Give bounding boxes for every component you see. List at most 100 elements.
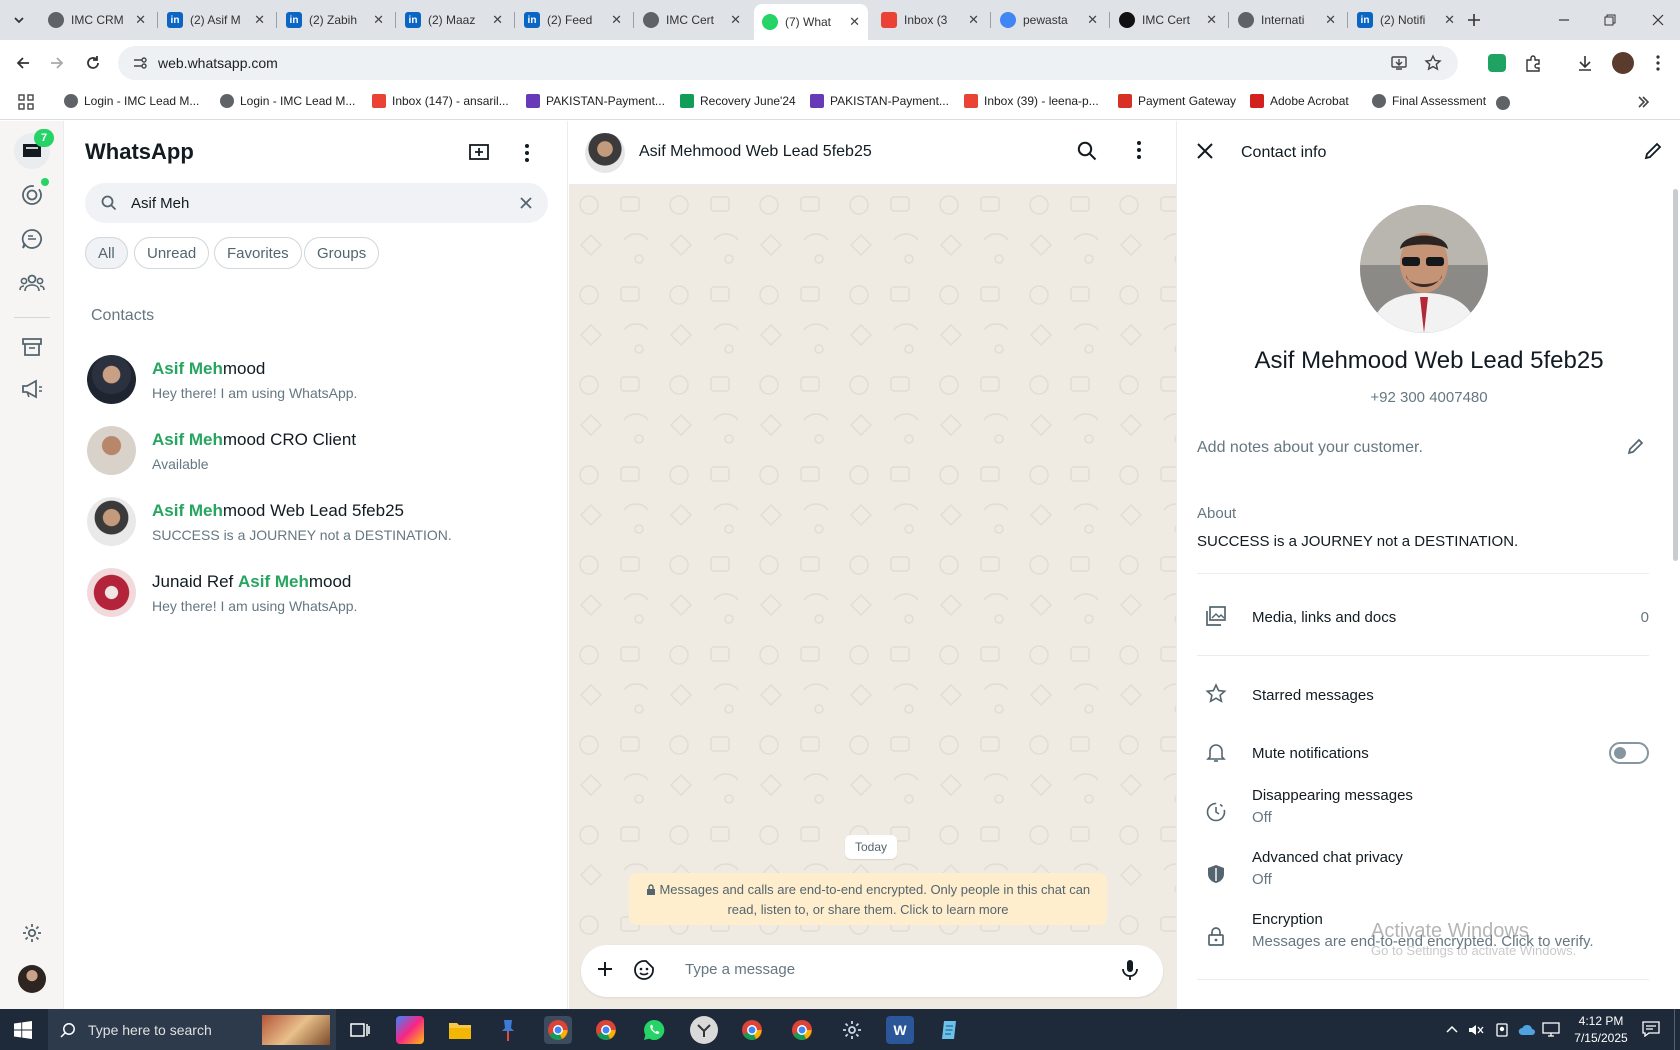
downloads-button[interactable] bbox=[1574, 52, 1596, 74]
tray-cloud[interactable] bbox=[1518, 1022, 1536, 1038]
message-input[interactable]: Type a message bbox=[685, 961, 795, 978]
channels-nav-button[interactable] bbox=[14, 221, 50, 257]
browser-tab[interactable]: in (2) Feed ✕ bbox=[516, 6, 630, 34]
filter-groups[interactable]: Groups bbox=[304, 237, 380, 269]
browser-tab[interactable]: IMC Cert ✕ bbox=[635, 6, 749, 34]
new-chat-button[interactable] bbox=[465, 139, 493, 167]
taskbar-search[interactable]: Type here to search bbox=[48, 1009, 336, 1050]
scrollbar[interactable] bbox=[1673, 189, 1678, 561]
clock[interactable]: 4:12 PM 7/15/2025 bbox=[1566, 1013, 1636, 1047]
chatlist-menu-button[interactable] bbox=[513, 139, 541, 167]
bookmark-item[interactable]: Login - IMC Lead M... bbox=[220, 94, 355, 108]
tab-search-button[interactable] bbox=[8, 9, 30, 31]
browser-tab[interactable]: in (2) Notifi ✕ bbox=[1349, 6, 1463, 34]
browser-tab[interactable]: IMC Cert ✕ bbox=[1111, 6, 1225, 34]
chrome-app-1[interactable] bbox=[544, 1016, 572, 1044]
catalog-nav-button[interactable] bbox=[14, 329, 50, 365]
contact-result[interactable]: Asif Mehmood CRO Client Available bbox=[65, 412, 568, 488]
close-contact-info-button[interactable] bbox=[1197, 143, 1217, 163]
chrome-app-4[interactable] bbox=[788, 1016, 816, 1044]
word-app[interactable]: W bbox=[886, 1016, 914, 1044]
advertise-nav-button[interactable] bbox=[14, 371, 50, 407]
edit-contact-button[interactable] bbox=[1643, 141, 1665, 163]
close-tab-icon[interactable]: ✕ bbox=[611, 12, 622, 28]
chat-search-button[interactable] bbox=[1077, 141, 1101, 165]
close-tab-icon[interactable]: ✕ bbox=[968, 12, 979, 28]
copilot-app[interactable] bbox=[396, 1016, 424, 1044]
settings-app[interactable] bbox=[838, 1016, 866, 1044]
filter-favorites[interactable]: Favorites bbox=[214, 237, 302, 269]
close-tab-icon[interactable]: ✕ bbox=[730, 12, 741, 28]
bookmark-item[interactable]: PAKISTAN-Payment... bbox=[526, 94, 665, 108]
bookmark-item[interactable]: Final Assessment bbox=[1372, 94, 1486, 108]
close-tab-icon[interactable]: ✕ bbox=[1444, 12, 1455, 28]
search-input[interactable]: Asif Meh bbox=[131, 195, 189, 212]
profile-avatar[interactable] bbox=[1612, 52, 1634, 74]
forward-button[interactable] bbox=[44, 50, 70, 76]
close-tab-icon[interactable]: ✕ bbox=[849, 14, 860, 30]
mute-toggle[interactable] bbox=[1609, 742, 1649, 764]
close-tab-icon[interactable]: ✕ bbox=[1087, 12, 1098, 28]
apps-button[interactable] bbox=[18, 94, 36, 112]
browser-tab[interactable]: Internati ✕ bbox=[1230, 6, 1344, 34]
whatsapp-desktop-app[interactable] bbox=[640, 1016, 668, 1044]
disappearing-messages-row[interactable]: Disappearing messages Off bbox=[1177, 787, 1680, 837]
browser-menu-button[interactable] bbox=[1648, 52, 1668, 74]
encryption-notice[interactable]: Messages and calls are end-to-end encryp… bbox=[629, 873, 1107, 925]
tray-meet[interactable] bbox=[1494, 1022, 1510, 1038]
bookmark-overflow-imc[interactable] bbox=[1496, 96, 1510, 110]
start-button[interactable] bbox=[14, 1021, 32, 1039]
voice-button[interactable] bbox=[1121, 959, 1145, 983]
close-tab-icon[interactable]: ✕ bbox=[492, 12, 503, 28]
search-box[interactable]: Asif Meh bbox=[85, 183, 548, 223]
restore-button[interactable] bbox=[1598, 10, 1622, 30]
show-desktop[interactable] bbox=[1674, 1009, 1680, 1050]
extension-green-icon[interactable] bbox=[1488, 54, 1506, 72]
site-info-icon[interactable] bbox=[132, 55, 148, 71]
close-tab-icon[interactable]: ✕ bbox=[254, 12, 265, 28]
contact-result[interactable]: Asif Mehmood Web Lead 5feb25 SUCCESS is a… bbox=[65, 483, 568, 559]
advanced-chat-privacy-row[interactable]: Advanced chat privacy Off bbox=[1177, 849, 1680, 899]
bookmark-item[interactable]: Recovery June'24 bbox=[680, 94, 796, 108]
notes-field[interactable]: Add notes about your customer. bbox=[1197, 439, 1423, 457]
bookmarks-overflow-button[interactable] bbox=[1636, 95, 1652, 111]
sticker-button[interactable] bbox=[633, 959, 657, 983]
notifications-button[interactable] bbox=[1642, 1021, 1662, 1039]
minimize-button[interactable] bbox=[1552, 10, 1576, 30]
media-links-docs-row[interactable]: Media, links and docs 0 bbox=[1177, 595, 1680, 641]
back-button[interactable] bbox=[10, 50, 36, 76]
install-app-icon[interactable] bbox=[1390, 54, 1408, 72]
unknown-app[interactable] bbox=[690, 1016, 718, 1044]
address-bar[interactable]: web.whatsapp.com bbox=[118, 46, 1458, 80]
browser-tab[interactable]: Inbox (3 ✕ bbox=[873, 6, 987, 34]
chrome-app-3[interactable] bbox=[738, 1016, 766, 1044]
clear-search-icon[interactable] bbox=[520, 197, 532, 209]
attach-button[interactable] bbox=[595, 959, 619, 983]
browser-tab[interactable]: pewasta ✕ bbox=[992, 6, 1106, 34]
browser-tab[interactable]: IMC CRM ✕ bbox=[40, 6, 154, 34]
file-explorer-app[interactable] bbox=[446, 1016, 474, 1044]
bookmark-item[interactable]: Inbox (39) - leena-p... bbox=[964, 94, 1099, 108]
tray-chevron-up[interactable] bbox=[1446, 1023, 1460, 1037]
bookmark-item[interactable]: Inbox (147) - ansaril... bbox=[372, 94, 509, 108]
close-tab-icon[interactable]: ✕ bbox=[1325, 12, 1336, 28]
filter-all[interactable]: All bbox=[85, 237, 128, 269]
my-profile-avatar[interactable] bbox=[18, 965, 46, 993]
contact-result[interactable]: Junaid Ref Asif Mehmood Hey there! I am u… bbox=[65, 554, 568, 630]
close-window-button[interactable] bbox=[1646, 10, 1670, 30]
starred-messages-row[interactable]: Starred messages bbox=[1177, 675, 1680, 715]
chrome-app-2[interactable] bbox=[592, 1016, 620, 1044]
tray-network[interactable] bbox=[1542, 1022, 1560, 1038]
browser-tab[interactable]: in (2) Maaz ✕ bbox=[397, 6, 511, 34]
bookmark-item[interactable]: Login - IMC Lead M... bbox=[64, 94, 199, 108]
extensions-button[interactable] bbox=[1522, 52, 1544, 74]
bookmark-item[interactable]: PAKISTAN-Payment... bbox=[810, 94, 949, 108]
browser-tab[interactable]: in (2) Zabih ✕ bbox=[278, 6, 392, 34]
mute-notifications-row[interactable]: Mute notifications bbox=[1177, 733, 1680, 773]
bookmark-item[interactable]: Payment Gateway bbox=[1118, 94, 1236, 108]
communities-nav-button[interactable] bbox=[14, 265, 50, 301]
edit-notes-button[interactable] bbox=[1627, 437, 1647, 457]
bookmark-star-icon[interactable] bbox=[1424, 54, 1442, 72]
close-tab-icon[interactable]: ✕ bbox=[1206, 12, 1217, 28]
reload-button[interactable] bbox=[80, 50, 106, 76]
